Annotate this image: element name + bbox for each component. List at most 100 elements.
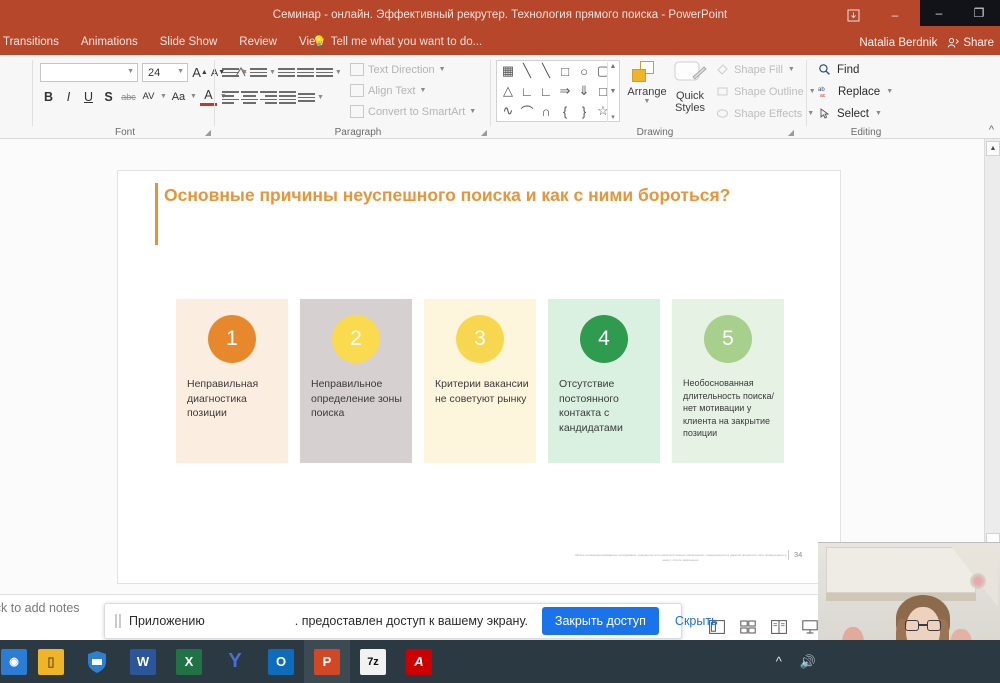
right-brace-shape-icon[interactable]: } (576, 103, 592, 119)
drag-grip-icon[interactable] (115, 614, 121, 628)
vertical-scrollbar[interactable]: ▲ ▼ (984, 139, 1000, 594)
shape-outline-button[interactable]: Shape Outline ▼ (716, 85, 816, 98)
arrow-line-shape-icon[interactable]: ╲ (538, 63, 554, 79)
start-icon[interactable]: ◉ (0, 640, 28, 683)
chevron-up-icon[interactable]: ^ (776, 654, 782, 669)
chevron-down-icon[interactable]: ▼ (241, 69, 248, 76)
tab-animations[interactable]: Animations (70, 30, 149, 55)
align-center-icon[interactable] (241, 89, 258, 106)
arrange-button[interactable]: Arrange ▼ (626, 61, 668, 105)
paragraph-dialog-launcher[interactable]: ◢ (481, 128, 487, 137)
tab-transitions[interactable]: Transitions (0, 30, 70, 55)
bullets-icon[interactable] (222, 64, 239, 81)
quick-styles-button[interactable]: Quick Styles (668, 61, 712, 114)
gallery-up-icon[interactable]: ▲ (610, 63, 617, 70)
font-size-input[interactable]: 24 ▼ (142, 63, 188, 82)
numbering-icon[interactable] (249, 64, 267, 81)
decrease-indent-icon[interactable] (277, 64, 295, 81)
yandex-browser-icon[interactable]: Y (212, 640, 258, 683)
select-button[interactable]: Select ▼ (818, 107, 882, 120)
right-arrow-shape-icon[interactable]: ⇒ (557, 83, 573, 99)
line-spacing-icon[interactable] (315, 64, 333, 81)
gallery-more-icon[interactable]: ▾ (611, 113, 615, 121)
security-shield-icon[interactable] (74, 640, 120, 683)
card-3[interactable]: 3 Критерии вакансии не советуют рынку (424, 299, 536, 463)
italic-button[interactable]: I (60, 87, 77, 106)
share-button[interactable]: Share (947, 37, 994, 49)
excel-icon[interactable]: X (166, 640, 212, 683)
adobe-reader-icon[interactable]: A (396, 640, 442, 683)
slide-sorter-icon[interactable] (739, 619, 756, 634)
tab-review[interactable]: Review (228, 30, 288, 55)
increase-indent-icon[interactable] (296, 64, 314, 81)
notes-placeholder[interactable]: ick to add notes (0, 601, 80, 615)
align-text-button[interactable]: Align Text ▼ (350, 84, 426, 97)
convert-to-smartart-button[interactable]: Convert to SmartArt ▼ (350, 105, 476, 118)
ribbon-display-options-icon[interactable] (832, 0, 874, 30)
overlay-restore-button[interactable]: ❐ (974, 6, 985, 20)
card-4[interactable]: 4 Отсутствие постоянного контакта с канд… (548, 299, 660, 463)
tell-me-search[interactable]: 💡 Tell me what you want to do... (312, 30, 482, 55)
minimize-button[interactable]: – (874, 0, 916, 30)
gallery-down-icon[interactable]: ▼ (610, 88, 617, 95)
triangle-shape-icon[interactable]: △ (500, 83, 516, 99)
chevron-down-icon[interactable]: ▼ (269, 69, 276, 76)
elbow-connector-icon[interactable]: ∟ (519, 83, 535, 99)
collapse-ribbon-button[interactable]: ^ (989, 124, 994, 136)
shapes-gallery[interactable]: ▦ ╲ ╲ □ ○ ▢ △ ∟ ∟ ⇒ ⇓ □ ∿ ⌒ ∩ {} ☆ ▲ ▼ … (496, 60, 620, 122)
increase-font-size-button[interactable]: A ▲ (192, 63, 208, 82)
shape-effects-button[interactable]: Shape Effects ▼ (716, 107, 814, 120)
scroll-up-button[interactable]: ▲ (986, 141, 1000, 156)
character-spacing-button[interactable]: AV (140, 87, 157, 106)
shapes-gallery-scroll[interactable]: ▲ ▼ ▾ (607, 62, 618, 122)
text-direction-button[interactable]: Text Direction ▼ (350, 63, 446, 76)
align-right-icon[interactable] (260, 89, 277, 106)
chevron-down-icon[interactable]: ▼ (317, 94, 324, 101)
chevron-down-icon[interactable]: ▼ (335, 69, 342, 76)
strikethrough-button[interactable]: abc (120, 87, 137, 106)
justify-icon[interactable] (279, 89, 296, 106)
text-box-shape-icon[interactable]: ▦ (500, 63, 516, 79)
outlook-icon[interactable]: O (258, 640, 304, 683)
reading-view-icon[interactable] (770, 619, 787, 634)
file-explorer-icon[interactable]: ▯ (28, 640, 74, 683)
change-case-button[interactable]: Aa (170, 87, 187, 106)
rectangle-shape-icon[interactable]: □ (557, 63, 573, 79)
volume-icon[interactable]: 🔊 (800, 654, 816, 670)
curve-shape-icon[interactable]: ∩ (538, 103, 554, 119)
align-left-icon[interactable] (222, 89, 239, 106)
columns-icon[interactable] (298, 89, 315, 106)
freeform-shape-icon[interactable]: ∿ (500, 103, 516, 119)
slide-show-icon[interactable] (801, 619, 818, 634)
drawing-dialog-launcher[interactable]: ◢ (788, 128, 794, 137)
hide-sharebar-button[interactable]: Скрыть (675, 614, 718, 628)
word-icon[interactable]: W (120, 640, 166, 683)
down-arrow-shape-icon[interactable]: ⇓ (576, 83, 592, 99)
replace-button[interactable]: ab ac Replace ▼ (818, 85, 893, 99)
font-name-input[interactable]: ▼ (40, 63, 138, 82)
slide-title[interactable]: Основные причины неуспешного поиска и ка… (164, 184, 804, 206)
font-dialog-launcher[interactable]: ◢ (205, 128, 211, 137)
chevron-down-icon[interactable]: ▼ (190, 93, 197, 100)
left-brace-shape-icon[interactable]: { (557, 103, 573, 119)
bold-button[interactable]: B (40, 87, 57, 106)
account-name[interactable]: Natalia Berdnik (859, 37, 937, 49)
tab-slide-show[interactable]: Slide Show (149, 30, 229, 55)
line-shape-icon[interactable]: ╲ (519, 63, 535, 79)
arc-shape-icon[interactable]: ⌒ (519, 103, 535, 120)
card-2[interactable]: 2 Неправильное определение зоны поиска (300, 299, 412, 463)
chevron-down-icon[interactable]: ▼ (160, 93, 167, 100)
underline-button[interactable]: U (80, 87, 97, 106)
find-button[interactable]: Find (818, 63, 859, 76)
elbow-arrow-connector-icon[interactable]: ∟ (538, 83, 554, 99)
text-shadow-button[interactable]: S (100, 87, 117, 106)
oval-shape-icon[interactable]: ○ (576, 63, 592, 79)
stop-sharing-button[interactable]: Закрыть доступ (541, 607, 659, 635)
slide-canvas[interactable]: Основные причины неуспешного поиска и ка… (118, 171, 840, 583)
sevenzip-icon[interactable]: 7z (350, 640, 396, 683)
shape-fill-button[interactable]: Shape Fill ▼ (716, 63, 795, 76)
card-1[interactable]: 1 Неправильная диагностика позиции (176, 299, 288, 463)
card-5[interactable]: 5 Необоснованная длительность поиска/нет… (672, 299, 784, 463)
powerpoint-icon[interactable]: P (304, 640, 350, 683)
overlay-minimize-button[interactable]: – (936, 6, 943, 20)
